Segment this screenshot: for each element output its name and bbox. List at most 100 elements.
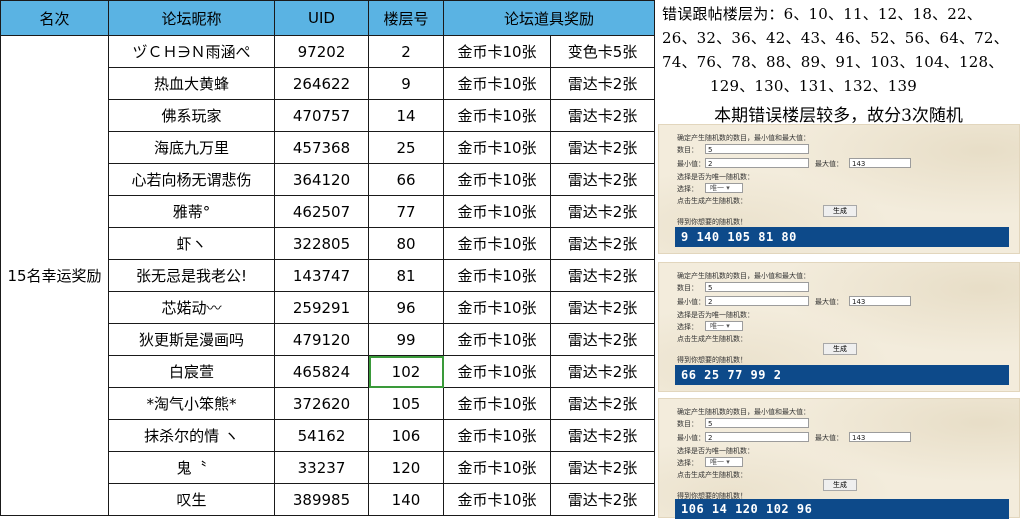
generate-button[interactable]: 生成 [823, 205, 857, 217]
prize-coin-cell[interactable]: 金币卡10张 [443, 259, 551, 292]
prize-item-cell[interactable]: 雷达卡2张 [550, 259, 655, 292]
floor-cell[interactable]: 105 [368, 387, 444, 420]
uid-cell[interactable]: 322805 [274, 227, 369, 260]
uid-cell[interactable]: 54162 [274, 419, 369, 452]
unique-select[interactable]: 唯一 ▾ [705, 183, 743, 193]
prize-item-cell[interactable]: 雷达卡2张 [550, 355, 655, 388]
prize-coin-cell[interactable]: 金币卡10张 [443, 387, 551, 420]
generate-button[interactable]: 生成 [823, 479, 857, 491]
floor-cell[interactable]: 140 [368, 483, 444, 516]
prize-item-cell[interactable]: 雷达卡2张 [550, 419, 655, 452]
nickname-cell[interactable]: 虾ヽ [108, 227, 275, 260]
prize-coin-cell[interactable]: 金币卡10张 [443, 99, 551, 132]
prize-coin-cell[interactable]: 金币卡10张 [443, 227, 551, 260]
uid-cell[interactable]: 457368 [274, 131, 369, 164]
uid-cell[interactable]: 465824 [274, 355, 369, 388]
prize-item-cell[interactable]: 雷达卡2张 [550, 67, 655, 100]
floor-cell[interactable]: 102 [368, 355, 444, 388]
choose-label: 选择： [677, 323, 698, 331]
header-rank[interactable]: 名次 [0, 0, 109, 36]
prize-coin-cell[interactable]: 金币卡10张 [443, 131, 551, 164]
floor-cell[interactable]: 66 [368, 163, 444, 196]
floor-cell[interactable]: 14 [368, 99, 444, 132]
uid-cell[interactable]: 479120 [274, 323, 369, 356]
uid-cell[interactable]: 143747 [274, 259, 369, 292]
unique-select[interactable]: 唯一 ▾ [705, 321, 743, 331]
header-uid[interactable]: UID [274, 0, 369, 36]
floor-cell[interactable]: 77 [368, 195, 444, 228]
nickname-cell[interactable]: 芯婼动〰 [108, 291, 275, 324]
prize-item-cell[interactable]: 雷达卡2张 [550, 291, 655, 324]
uid-cell[interactable]: 372620 [274, 387, 369, 420]
floor-cell[interactable]: 120 [368, 451, 444, 484]
floor-cell[interactable]: 80 [368, 227, 444, 260]
uid-cell[interactable]: 462507 [274, 195, 369, 228]
prize-coin-cell[interactable]: 金币卡10张 [443, 163, 551, 196]
count-input[interactable]: 5 [705, 144, 809, 154]
nickname-cell[interactable]: *淘气小笨熊* [108, 387, 275, 420]
nickname-cell[interactable]: 抹杀尔的情 ヽ [108, 419, 275, 452]
prize-coin-cell[interactable]: 金币卡10张 [443, 419, 551, 452]
count-input[interactable]: 5 [705, 282, 809, 292]
min-input[interactable]: 2 [705, 432, 809, 442]
nickname-cell[interactable]: 雅蒂° [108, 195, 275, 228]
nickname-cell[interactable]: 海底九万里 [108, 131, 275, 164]
prize-item-cell[interactable]: 雷达卡2张 [550, 99, 655, 132]
floor-cell[interactable]: 2 [368, 35, 444, 68]
rank-cell[interactable]: 15名幸运奖励 [0, 35, 109, 516]
nickname-cell[interactable]: 白宸萱 [108, 355, 275, 388]
prize-item-cell[interactable]: 雷达卡2张 [550, 227, 655, 260]
uid-cell[interactable]: 364120 [274, 163, 369, 196]
nickname-cell[interactable]: 狄更斯是漫画吗 [108, 323, 275, 356]
prize-item-cell[interactable]: 雷达卡2张 [550, 483, 655, 516]
nickname-cell[interactable]: 鬼〝 [108, 451, 275, 484]
click-hint: 点击生成产生随机数： [677, 471, 747, 479]
header-nickname[interactable]: 论坛昵称 [108, 0, 275, 36]
prize-coin-cell[interactable]: 金币卡10张 [443, 451, 551, 484]
prize-item-cell[interactable]: 雷达卡2张 [550, 163, 655, 196]
prize-coin-cell[interactable]: 金币卡10张 [443, 483, 551, 516]
floor-cell[interactable]: 99 [368, 323, 444, 356]
floor-cell[interactable]: 9 [368, 67, 444, 100]
uid-cell[interactable]: 389985 [274, 483, 369, 516]
prize-item-cell[interactable]: 雷达卡2张 [550, 387, 655, 420]
header-prize[interactable]: 论坛道具奖励 [443, 0, 655, 36]
nickname-cell[interactable]: 心若向杨无谓悲伤 [108, 163, 275, 196]
prize-coin-cell[interactable]: 金币卡10张 [443, 67, 551, 100]
header-floor[interactable]: 楼层号 [368, 0, 444, 36]
min-input[interactable]: 2 [705, 158, 809, 168]
count-input[interactable]: 5 [705, 418, 809, 428]
prize-item-cell[interactable]: 变色卡5张 [550, 35, 655, 68]
generate-button[interactable]: 生成 [823, 343, 857, 355]
floor-cell[interactable]: 81 [368, 259, 444, 292]
prize-item-cell[interactable]: 雷达卡2张 [550, 131, 655, 164]
prize-item-cell[interactable]: 雷达卡2张 [550, 195, 655, 228]
nickname-cell[interactable]: 热血大黄蜂 [108, 67, 275, 100]
table-row: 15名幸运奖励 ヅＣＨ∋Ｎ雨涵ぺ 97202 2 金币卡10张 变色卡5张 [0, 35, 655, 516]
nickname-cell[interactable]: ヅＣＨ∋Ｎ雨涵ぺ [108, 35, 275, 68]
uid-cell[interactable]: 33237 [274, 451, 369, 484]
prize-coin-cell[interactable]: 金币卡10张 [443, 323, 551, 356]
max-input[interactable]: 143 [849, 158, 911, 168]
floor-cell[interactable]: 96 [368, 291, 444, 324]
uid-cell[interactable]: 264622 [274, 67, 369, 100]
nickname-cell[interactable]: 张无忌是我老公! [108, 259, 275, 292]
floor-cell[interactable]: 25 [368, 131, 444, 164]
unique-question: 选择是否为唯一随机数： [677, 173, 754, 181]
nickname-cell[interactable]: 叹生 [108, 483, 275, 516]
uid-cell[interactable]: 259291 [274, 291, 369, 324]
min-input[interactable]: 2 [705, 296, 809, 306]
uid-cell[interactable]: 97202 [274, 35, 369, 68]
prize-coin-cell[interactable]: 金币卡10张 [443, 195, 551, 228]
prize-coin-cell[interactable]: 金币卡10张 [443, 355, 551, 388]
prize-item-cell[interactable]: 雷达卡2张 [550, 451, 655, 484]
max-input[interactable]: 143 [849, 432, 911, 442]
nickname-cell[interactable]: 佛系玩家 [108, 99, 275, 132]
prize-item-cell[interactable]: 雷达卡2张 [550, 323, 655, 356]
uid-cell[interactable]: 470757 [274, 99, 369, 132]
unique-select[interactable]: 唯一 ▾ [705, 457, 743, 467]
prize-coin-cell[interactable]: 金币卡10张 [443, 291, 551, 324]
max-input[interactable]: 143 [849, 296, 911, 306]
floor-cell[interactable]: 106 [368, 419, 444, 452]
prize-coin-cell[interactable]: 金币卡10张 [443, 35, 551, 68]
